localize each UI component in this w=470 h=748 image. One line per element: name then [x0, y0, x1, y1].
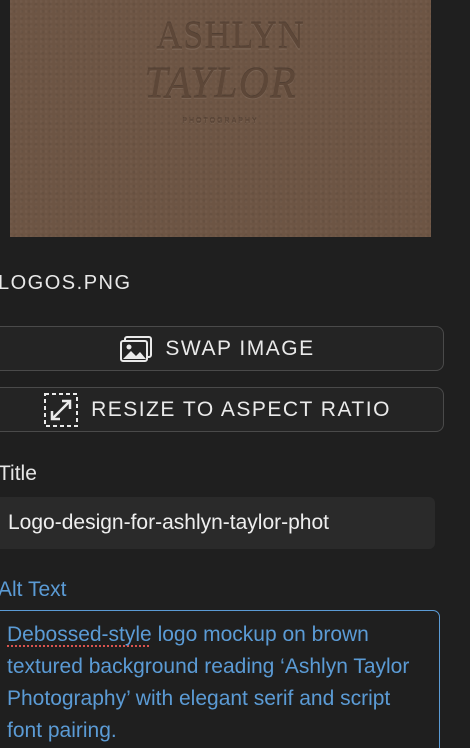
image-icon: [119, 335, 153, 363]
resize-expand-icon: [43, 392, 79, 428]
title-input-value: Logo-design-for-ashlyn-taylor-phot: [8, 511, 329, 534]
resize-to-aspect-ratio-button[interactable]: RESIZE TO ASPECT RATIO: [0, 387, 444, 432]
image-preview: ASHLYN TAYLOR PHOTOGRAPHY: [10, 0, 431, 237]
swap-image-button[interactable]: SWAP IMAGE: [0, 326, 444, 371]
logo-text-taylor: TAYLOR: [144, 59, 297, 109]
swap-image-label: SWAP IMAGE: [165, 336, 315, 360]
file-name: LOGOS.PNG: [0, 272, 132, 294]
alt-text-label: Alt Text: [0, 578, 67, 601]
resize-to-aspect-ratio-label: RESIZE TO ASPECT RATIO: [91, 397, 391, 421]
title-label: Title: [0, 462, 37, 485]
logo-text-ashlyn: ASHLYN: [156, 13, 305, 57]
misspelled-word: Debossed-style: [7, 623, 152, 646]
image-settings-panel: ASHLYN TAYLOR PHOTOGRAPHY LOGOS.PNG SWAP…: [0, 0, 470, 748]
logo-text-photography: PHOTOGRAPHY: [182, 118, 259, 125]
alt-text-textarea[interactable]: Debossed-style logo mockup on brown text…: [0, 610, 440, 748]
title-input[interactable]: Logo-design-for-ashlyn-taylor-phot: [0, 497, 435, 549]
